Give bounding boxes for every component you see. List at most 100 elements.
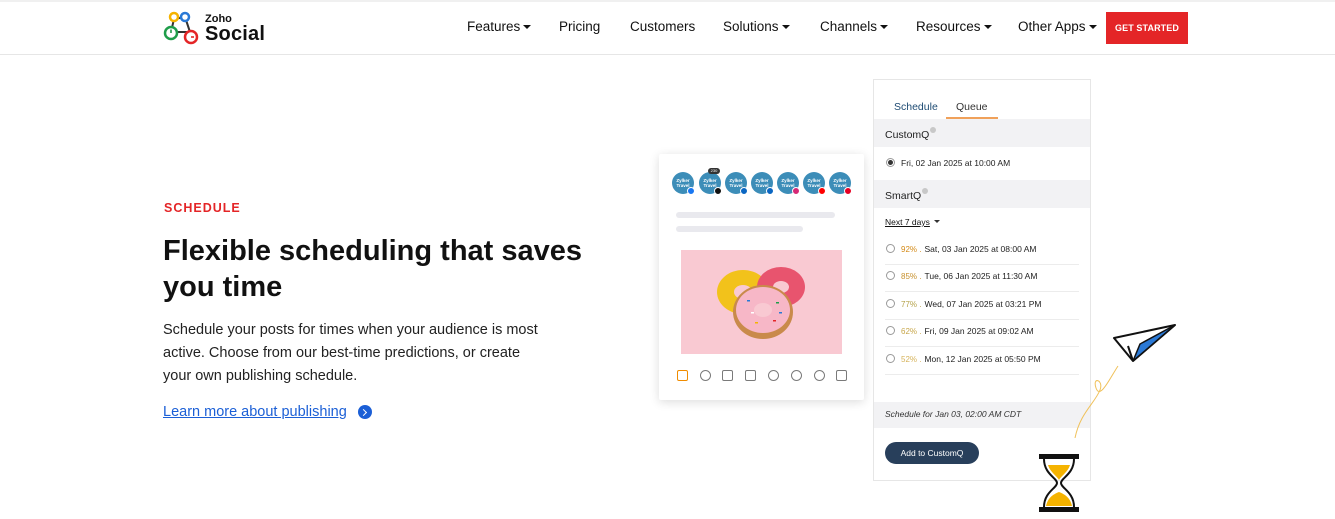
- profile-avatar-youtube[interactable]: Zylker Travel: [803, 172, 826, 195]
- nav-item-other-apps[interactable]: Other Apps: [1018, 19, 1097, 34]
- linkedin-icon: [740, 187, 748, 195]
- profile-avatar-linkedin[interactable]: Zylker Travel: [725, 172, 748, 195]
- chevron-down-icon: [1088, 25, 1097, 29]
- slot-score: 52% .: [901, 355, 922, 364]
- get-started-button[interactable]: GET STARTED: [1106, 12, 1188, 44]
- nav-label: Channels: [820, 19, 878, 34]
- add-to-customq-button[interactable]: Add to CustomQ: [885, 442, 979, 464]
- slot-time: Tue, 06 Jan 2025 at 11:30 AM: [924, 271, 1038, 281]
- location-icon[interactable]: [700, 370, 711, 381]
- tab-schedule[interactable]: Schedule: [894, 101, 938, 113]
- smartq-slot: 62% . Fri, 09 Jan 2025 at 09:02 AM: [901, 326, 1034, 336]
- zoho-social-logo[interactable]: Zoho Social: [163, 10, 273, 46]
- post-composer-card: Zylker Travel Zylker Travel 230 Zylker T…: [659, 154, 864, 400]
- info-icon: [930, 127, 937, 133]
- nav-label: Other Apps: [1018, 19, 1086, 34]
- nav-item-features[interactable]: Features: [467, 19, 532, 34]
- tab-queue[interactable]: Queue: [946, 101, 998, 119]
- chevron-right-icon: [357, 405, 372, 419]
- smartq-radio[interactable]: [886, 299, 895, 308]
- nav-top-strip: [0, 0, 1335, 2]
- nav-item-pricing[interactable]: Pricing: [559, 19, 600, 34]
- learn-more-label: Learn more about publishing: [163, 404, 347, 420]
- section-eyebrow: SCHEDULE: [164, 201, 241, 215]
- nav-label: Solutions: [723, 19, 779, 34]
- chevron-down-icon: [983, 25, 992, 29]
- count-badge: 230: [708, 168, 720, 174]
- smartq-radio[interactable]: [886, 244, 895, 253]
- chevron-down-icon: [523, 25, 532, 29]
- hourglass-icon: [1039, 454, 1079, 512]
- smartq-radio[interactable]: [886, 326, 895, 335]
- divider: [885, 291, 1079, 292]
- hero-headline: Flexible scheduling that saves you time: [163, 235, 583, 303]
- divider: [885, 264, 1079, 265]
- divider: [885, 319, 1079, 320]
- youtube-icon: [818, 187, 826, 195]
- logo-icon: [163, 11, 199, 45]
- schedule-queue-panel: Schedule Queue CustomQ Fri, 02 Jan 2025 …: [873, 79, 1091, 481]
- pinterest-icon: [844, 187, 852, 195]
- slot-time: Wed, 07 Jan 2025 at 03:21 PM: [924, 299, 1042, 309]
- paper-plane-icon: [1074, 324, 1176, 438]
- profile-avatar-pinterest[interactable]: Zylker Travel: [829, 172, 852, 195]
- smartq-slot: 85% . Tue, 06 Jan 2025 at 11:30 AM: [901, 271, 1037, 281]
- profile-avatar-x[interactable]: Zylker Travel: [699, 172, 722, 195]
- slot-score: 62% .: [901, 327, 922, 336]
- media-icon[interactable]: [745, 370, 756, 381]
- profile-avatar-linkedin-page[interactable]: Zylker Travel: [751, 172, 774, 195]
- date-range-label: Next 7 days: [885, 217, 930, 227]
- divider: [885, 374, 1079, 375]
- smartq-header: SmartQ: [874, 180, 1090, 208]
- smartq-slot: 92% . Sat, 03 Jan 2025 at 08:00 AM: [901, 244, 1036, 254]
- chart-icon[interactable]: [836, 370, 847, 381]
- x-icon: [714, 187, 722, 195]
- info-icon: [922, 188, 929, 194]
- schedule-note: Schedule for Jan 03, 02:00 AM CDT: [874, 402, 1090, 428]
- post-image-donuts: [681, 250, 842, 354]
- nav-item-solutions[interactable]: Solutions: [723, 19, 790, 34]
- slot-time: Mon, 12 Jan 2025 at 05:50 PM: [924, 354, 1041, 364]
- top-navigation: Zoho Social Features Pricing Customers S…: [0, 0, 1335, 55]
- chevron-down-icon: [781, 25, 790, 29]
- slot-time: Sat, 03 Jan 2025 at 08:00 AM: [924, 244, 1037, 254]
- smartq-radio[interactable]: [886, 354, 895, 363]
- nav-item-channels[interactable]: Channels: [820, 19, 889, 34]
- slot-score: 77% .: [901, 300, 922, 309]
- text-placeholder-line: [676, 226, 803, 232]
- mail-icon[interactable]: [722, 370, 733, 381]
- nav-label: Features: [467, 19, 521, 34]
- slot-time: Fri, 09 Jan 2025 at 09:02 AM: [924, 326, 1034, 336]
- emoji-icon[interactable]: [814, 370, 825, 381]
- nav-label: Resources: [916, 19, 981, 34]
- slot-score: 85% .: [901, 272, 922, 281]
- refresh-icon[interactable]: [768, 370, 779, 381]
- logo-text-social: Social: [205, 23, 266, 45]
- nav-item-customers[interactable]: Customers: [630, 19, 695, 34]
- nav-label: Customers: [630, 19, 696, 34]
- nav-label: Pricing: [559, 19, 601, 34]
- image-icon[interactable]: [677, 370, 688, 381]
- slot-score: 92% .: [901, 245, 922, 254]
- chevron-down-icon: [880, 25, 889, 29]
- hero-description: Schedule your posts for times when your …: [163, 322, 538, 384]
- smartq-title: SmartQ: [885, 190, 922, 202]
- customq-radio[interactable]: [886, 158, 895, 167]
- nav-item-resources[interactable]: Resources: [916, 19, 992, 34]
- customq-title: CustomQ: [885, 129, 930, 141]
- profile-avatar-instagram[interactable]: Zylker Travel: [777, 172, 800, 195]
- customq-slot: Fri, 02 Jan 2025 at 10:00 AM: [901, 158, 1011, 168]
- text-placeholder-line: [676, 212, 835, 218]
- instagram-icon: [792, 187, 800, 195]
- facebook-icon: [687, 187, 695, 195]
- profile-avatar-facebook[interactable]: Zylker Travel: [672, 172, 695, 195]
- linkedin-page-icon: [766, 187, 774, 195]
- smartq-slot: 52% . Mon, 12 Jan 2025 at 05:50 PM: [901, 354, 1041, 364]
- chevron-down-icon: [933, 220, 940, 223]
- smartq-radio[interactable]: [886, 271, 895, 280]
- pinterest-icon[interactable]: [791, 370, 802, 381]
- divider: [885, 346, 1079, 347]
- learn-more-link[interactable]: Learn more about publishing: [163, 404, 372, 420]
- date-range-dropdown[interactable]: Next 7 days: [885, 217, 940, 227]
- customq-header: CustomQ: [874, 119, 1090, 147]
